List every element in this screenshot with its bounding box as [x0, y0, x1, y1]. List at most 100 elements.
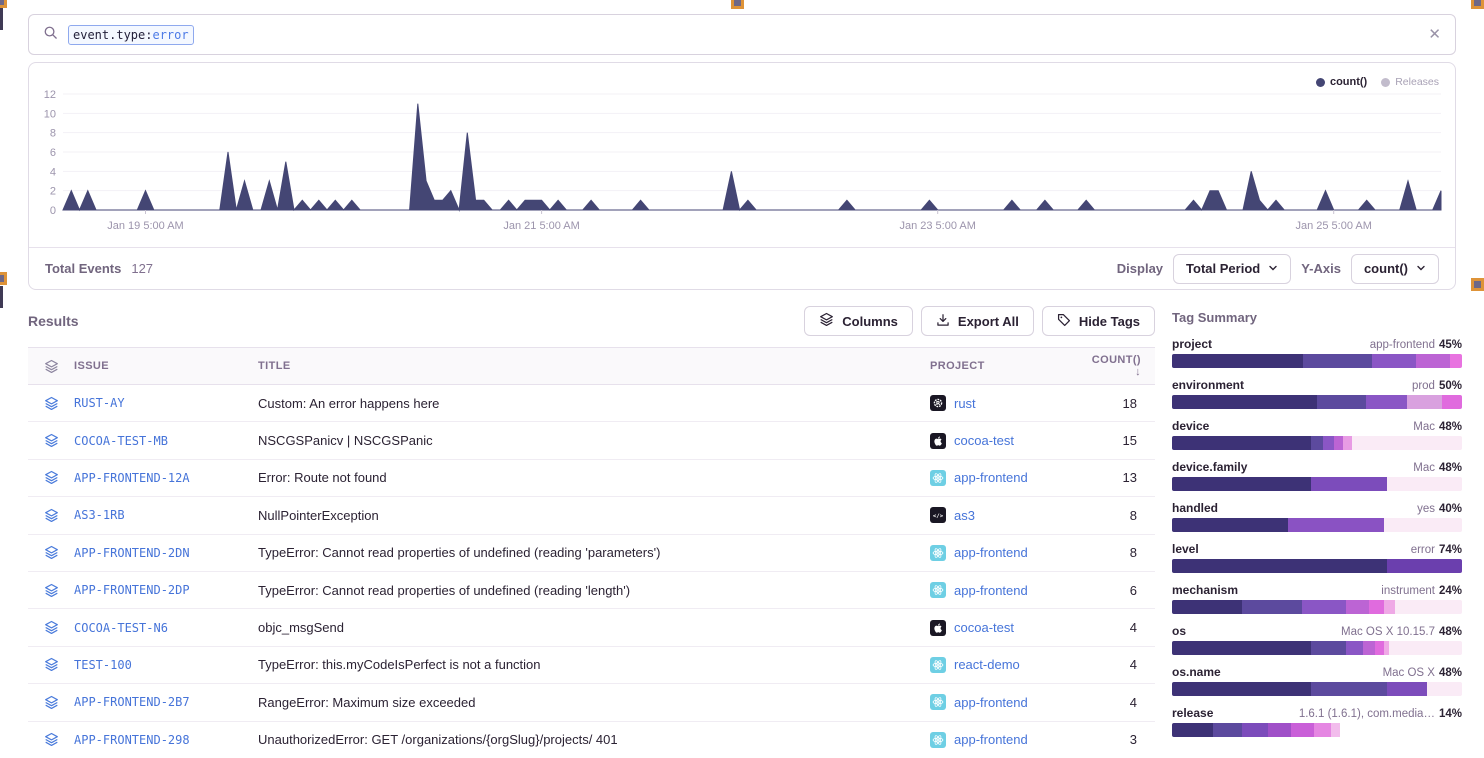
project-link[interactable]: app-frontend — [930, 545, 1088, 561]
tag-bar-segment[interactable] — [1242, 723, 1268, 737]
tag-top-value: error — [1411, 544, 1435, 556]
issue-link[interactable]: APP-FRONTEND-2B7 — [74, 695, 258, 709]
project-link[interactable]: app-frontend — [930, 732, 1088, 748]
tag-bar-segment[interactable] — [1172, 600, 1242, 614]
tag-bar-segment[interactable] — [1384, 518, 1462, 532]
project-link[interactable]: cocoa-test — [930, 433, 1088, 449]
tag-bar-segment[interactable] — [1450, 354, 1462, 368]
tag-distribution-bar[interactable] — [1172, 723, 1462, 737]
tag-bar-segment[interactable] — [1395, 600, 1462, 614]
tag-bar-segment[interactable] — [1172, 436, 1311, 450]
column-header-count[interactable]: COUNT() ↓ — [1088, 354, 1155, 378]
y-axis-select[interactable]: count() — [1351, 254, 1439, 284]
tag-bar-segment[interactable] — [1172, 723, 1213, 737]
search-bar[interactable]: event.type:error ✕ — [28, 14, 1456, 55]
project-link[interactable]: app-frontend — [930, 694, 1088, 710]
results-heading: Results — [28, 313, 79, 329]
issue-stack-icon — [28, 508, 74, 523]
tag-bar-segment[interactable] — [1387, 559, 1462, 573]
tag-bar-segment[interactable] — [1172, 559, 1387, 573]
count-value: 4 — [1088, 620, 1155, 635]
tag-distribution-bar[interactable] — [1172, 559, 1462, 573]
tag-bar-segment[interactable] — [1442, 395, 1462, 409]
tag-summary-item-level: levelerror74% — [1172, 542, 1462, 573]
column-header-title[interactable]: TITLE — [258, 360, 930, 372]
tag-bar-segment[interactable] — [1311, 436, 1323, 450]
project-link[interactable]: </>as3 — [930, 507, 1088, 523]
columns-button[interactable]: Columns — [804, 306, 913, 336]
export-all-button[interactable]: Export All — [921, 306, 1034, 336]
tag-bar-segment[interactable] — [1311, 682, 1386, 696]
tag-bar-segment[interactable] — [1389, 641, 1462, 655]
issue-link[interactable]: AS3-1RB — [74, 508, 258, 522]
tag-bar-segment[interactable] — [1346, 600, 1369, 614]
project-link[interactable]: react-demo — [930, 657, 1088, 673]
tag-bar-segment[interactable] — [1311, 477, 1386, 491]
search-filter-token[interactable]: event.type:error — [68, 25, 194, 45]
tag-bar-segment[interactable] — [1311, 641, 1346, 655]
hide-tags-button[interactable]: Hide Tags — [1042, 306, 1155, 336]
project-link[interactable]: app-frontend — [930, 470, 1088, 486]
issue-link[interactable]: APP-FRONTEND-2DN — [74, 546, 258, 560]
tag-bar-segment[interactable] — [1427, 682, 1462, 696]
tag-distribution-bar[interactable] — [1172, 477, 1462, 491]
tag-distribution-bar[interactable] — [1172, 600, 1462, 614]
tag-bar-segment[interactable] — [1314, 723, 1331, 737]
tag-bar-segment[interactable] — [1352, 436, 1462, 450]
tag-bar-segment[interactable] — [1172, 477, 1311, 491]
tag-bar-segment[interactable] — [1302, 600, 1346, 614]
total-events-value: 127 — [131, 261, 153, 276]
tag-bar-segment[interactable] — [1369, 600, 1384, 614]
tag-bar-segment[interactable] — [1372, 354, 1416, 368]
tag-bar-segment[interactable] — [1346, 641, 1363, 655]
project-link[interactable]: cocoa-test — [930, 620, 1088, 636]
tag-bar-segment[interactable] — [1387, 477, 1462, 491]
display-select[interactable]: Total Period — [1173, 254, 1291, 284]
tag-bar-segment[interactable] — [1242, 600, 1303, 614]
tag-bar-segment[interactable] — [1416, 354, 1451, 368]
issue-link[interactable]: APP-FRONTEND-2DP — [74, 583, 258, 597]
tag-bar-segment[interactable] — [1172, 354, 1303, 368]
tag-bar-segment[interactable] — [1387, 682, 1428, 696]
issue-link[interactable]: APP-FRONTEND-298 — [74, 733, 258, 747]
tag-bar-segment[interactable] — [1334, 436, 1343, 450]
tag-distribution-bar[interactable] — [1172, 354, 1462, 368]
column-header-project[interactable]: PROJECT — [930, 360, 1088, 372]
tag-bar-segment[interactable] — [1172, 682, 1311, 696]
tag-bar-segment[interactable] — [1317, 395, 1366, 409]
issue-link[interactable]: RUST-AY — [74, 396, 258, 410]
tag-bar-segment[interactable] — [1323, 436, 1335, 450]
project-link[interactable]: app-frontend — [930, 582, 1088, 598]
react-platform-icon — [930, 470, 946, 486]
tag-distribution-bar[interactable] — [1172, 641, 1462, 655]
tag-distribution-bar[interactable] — [1172, 436, 1462, 450]
tag-bar-segment[interactable] — [1375, 641, 1384, 655]
project-link[interactable]: Rrust — [930, 395, 1088, 411]
column-header-issue[interactable]: ISSUE — [74, 360, 258, 372]
tag-bar-segment[interactable] — [1288, 518, 1384, 532]
tag-bar-segment[interactable] — [1407, 395, 1442, 409]
tag-distribution-bar[interactable] — [1172, 518, 1462, 532]
tag-bar-segment[interactable] — [1331, 723, 1340, 737]
tag-distribution-bar[interactable] — [1172, 682, 1462, 696]
tag-bar-segment[interactable] — [1384, 600, 1396, 614]
tag-distribution-bar[interactable] — [1172, 395, 1462, 409]
issue-link[interactable]: TEST-100 — [74, 658, 258, 672]
tag-bar-segment[interactable] — [1363, 641, 1375, 655]
tag-bar-segment[interactable] — [1268, 723, 1291, 737]
issue-link[interactable]: COCOA-TEST-N6 — [74, 621, 258, 635]
tag-bar-segment[interactable] — [1343, 436, 1352, 450]
table-row: APP-FRONTEND-298UnauthorizedError: GET /… — [28, 722, 1155, 758]
tag-bar-segment[interactable] — [1172, 641, 1311, 655]
tag-bar-segment[interactable] — [1303, 354, 1373, 368]
issue-link[interactable]: APP-FRONTEND-12A — [74, 471, 258, 485]
close-icon[interactable]: ✕ — [1428, 27, 1441, 42]
tag-bar-segment[interactable] — [1172, 395, 1317, 409]
tag-bar-segment[interactable] — [1172, 518, 1288, 532]
tag-bar-segment[interactable] — [1291, 723, 1314, 737]
tag-bar-segment[interactable] — [1213, 723, 1242, 737]
issue-link[interactable]: COCOA-TEST-MB — [74, 434, 258, 448]
svg-text:</>: </> — [933, 514, 944, 520]
tag-bar-segment[interactable] — [1366, 395, 1407, 409]
table-row: RUST-AYCustom: An error happens hereRrus… — [28, 385, 1155, 422]
